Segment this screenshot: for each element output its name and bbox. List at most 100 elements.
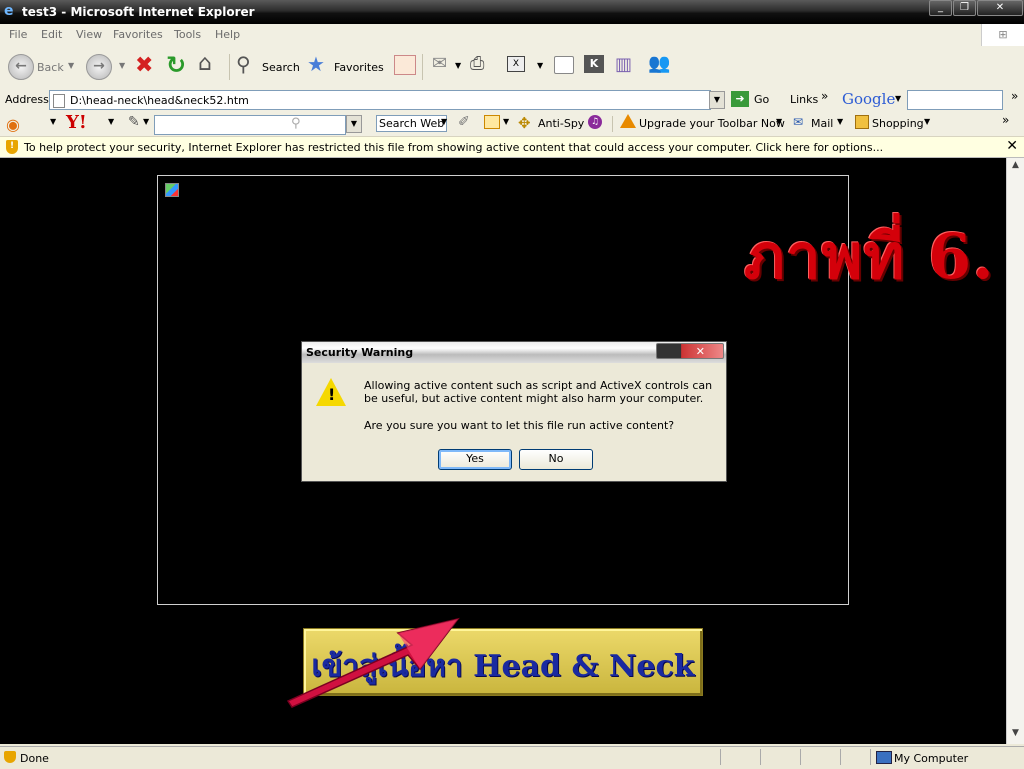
close-window-button[interactable]: ✕ <box>977 0 1023 16</box>
status-text: Done <box>20 752 49 765</box>
edit-icon[interactable]: X <box>507 56 525 72</box>
history-icon[interactable] <box>394 55 416 75</box>
address-bar: Address D:\head-neck\head&neck52.htm ▼ ➜… <box>0 88 1024 113</box>
search-icon[interactable]: ⚲ <box>236 52 251 76</box>
shield-icon: ! <box>6 140 18 154</box>
pencil-icon[interactable]: ✎ <box>128 114 140 130</box>
forward-arrow-icon[interactable]: → <box>86 54 112 80</box>
mail-label[interactable]: Mail <box>811 117 833 130</box>
status-divider <box>720 749 721 765</box>
print-icon[interactable]: ⎙ <box>470 53 484 74</box>
research-icon[interactable]: ▥ <box>615 54 632 75</box>
vertical-scrollbar[interactable]: ▲ ▼ <box>1006 158 1024 744</box>
back-dropdown-icon[interactable]: ▼ <box>68 61 74 70</box>
search-button-label[interactable]: Search <box>262 61 300 74</box>
favorites-button-label[interactable]: Favorites <box>334 61 384 74</box>
dialog-message: Allowing active content such as script a… <box>364 379 713 405</box>
shopping-dropdown-icon[interactable]: ▼ <box>924 117 930 126</box>
go-arrow-icon[interactable]: ➜ <box>731 91 749 107</box>
favorites-star-icon[interactable]: ★ <box>307 52 325 76</box>
security-info-bar[interactable]: ! To help protect your security, Interne… <box>0 137 1024 158</box>
google-dropdown-icon[interactable]: ▼ <box>895 94 901 103</box>
popup-dropdown-icon[interactable]: ▼ <box>503 117 509 126</box>
menu-bar: File Edit View Favorites Tools Help ⊞ <box>0 24 1024 47</box>
minimize-button[interactable]: _ <box>929 0 952 16</box>
my-computer-icon <box>876 751 892 764</box>
security-zone[interactable]: My Computer <box>870 749 1021 765</box>
antispy-label[interactable]: Anti-Spy <box>538 117 584 130</box>
search-web-dropdown-icon[interactable]: ▼ <box>441 117 447 126</box>
menu-edit[interactable]: Edit <box>41 28 62 41</box>
upgrade-warning-icon[interactable] <box>620 114 636 128</box>
shopping-bag-icon[interactable] <box>855 115 869 129</box>
google-search-input[interactable] <box>907 90 1003 110</box>
refresh-icon[interactable]: ↻ <box>166 51 186 79</box>
stop-icon[interactable]: ✖ <box>135 53 153 78</box>
discuss-icon[interactable] <box>554 56 574 74</box>
status-bar: Done My Computer <box>0 746 1024 769</box>
no-button[interactable]: No <box>519 449 593 470</box>
window-title: test3 - Microsoft Internet Explorer <box>22 5 255 19</box>
ie-logo-icon: e <box>4 3 14 19</box>
music-icon[interactable]: ♫ <box>588 115 602 129</box>
scroll-down-icon[interactable]: ▼ <box>1009 728 1022 742</box>
security-warning-dialog: Security Warning ✕ ! Allowing active con… <box>301 341 727 482</box>
links-chevron-icon[interactable]: » <box>821 89 828 103</box>
broken-image-icon <box>165 183 179 197</box>
upgrade-dropdown-icon[interactable]: ▼ <box>776 117 782 126</box>
search-web-button[interactable]: Search Web <box>376 115 448 132</box>
scroll-up-icon[interactable]: ▲ <box>1009 160 1022 174</box>
yes-button[interactable]: Yes <box>438 449 512 470</box>
shopping-label[interactable]: Shopping <box>872 117 924 130</box>
address-url[interactable]: D:\head-neck\head&neck52.htm <box>70 94 249 107</box>
forward-dropdown-icon[interactable]: ▼ <box>119 61 125 70</box>
warning-triangle-icon: ! <box>316 378 346 406</box>
menu-file[interactable]: File <box>9 28 27 41</box>
page-status-icon <box>4 751 16 763</box>
yahoo-dropdown-icon[interactable]: ▼ <box>108 117 114 126</box>
status-divider <box>800 749 801 765</box>
back-arrow-icon[interactable]: ← <box>8 54 34 80</box>
links-label[interactable]: Links <box>790 93 818 106</box>
address-input[interactable]: D:\head-neck\head&neck52.htm <box>49 90 711 110</box>
mail-menu-dropdown-icon[interactable]: ▼ <box>837 117 843 126</box>
maximize-button[interactable]: ❐ <box>953 0 976 16</box>
mail-dropdown-icon[interactable]: ▼ <box>455 61 461 70</box>
go-button-label[interactable]: Go <box>754 93 769 106</box>
status-divider <box>760 749 761 765</box>
google-chevron-icon[interactable]: » <box>1011 89 1018 103</box>
address-label: Address <box>5 93 49 106</box>
back-button-label[interactable]: Back <box>37 61 64 74</box>
red-arrow-pointer <box>286 617 460 708</box>
menu-tools[interactable]: Tools <box>174 28 201 41</box>
window-titlebar[interactable]: e test3 - Microsoft Internet Explorer _ … <box>0 0 1024 24</box>
yahoo-chevron-icon[interactable]: » <box>1002 113 1009 127</box>
menu-view[interactable]: View <box>76 28 102 41</box>
dialog-close-icon[interactable]: ✕ <box>656 343 724 359</box>
dialog-titlebar[interactable]: Security Warning ✕ <box>302 342 726 363</box>
eye-dropdown-icon[interactable]: ▼ <box>50 117 56 126</box>
eye-icon[interactable]: ◉ <box>6 115 20 134</box>
k-toolbar-icon[interactable]: K <box>584 55 604 73</box>
antispy-icon[interactable]: ✥ <box>518 114 531 132</box>
mail-icon[interactable]: ✉ <box>432 53 447 74</box>
edit-dropdown-icon[interactable]: ▼ <box>537 61 543 70</box>
info-bar-close-icon[interactable]: ✕ <box>1006 138 1018 154</box>
toolbar-separator <box>229 54 230 80</box>
address-dropdown-icon[interactable]: ▼ <box>709 91 725 109</box>
pencil-dropdown-icon[interactable]: ▼ <box>143 117 149 126</box>
messenger-icon[interactable]: 👥 <box>648 53 670 74</box>
highlight-pen-icon[interactable]: ✐ <box>458 114 470 130</box>
toolbar-separator <box>612 116 613 132</box>
popup-blocker-icon[interactable] <box>484 115 500 129</box>
upgrade-toolbar-link[interactable]: Upgrade your Toolbar Now <box>639 117 785 130</box>
menu-favorites[interactable]: Favorites <box>113 28 163 41</box>
info-bar-message[interactable]: To help protect your security, Internet … <box>24 141 883 154</box>
mail-envelope-icon[interactable]: ✉ <box>793 115 803 129</box>
yahoo-search-dropdown-icon[interactable]: ▼ <box>346 115 362 133</box>
menu-help[interactable]: Help <box>215 28 240 41</box>
google-toolbar-logo[interactable]: Google <box>842 90 895 108</box>
home-icon[interactable]: ⌂ <box>198 51 212 76</box>
yahoo-search-input[interactable]: ⚲ <box>154 115 346 135</box>
yahoo-logo-icon[interactable]: Y! <box>66 112 87 133</box>
